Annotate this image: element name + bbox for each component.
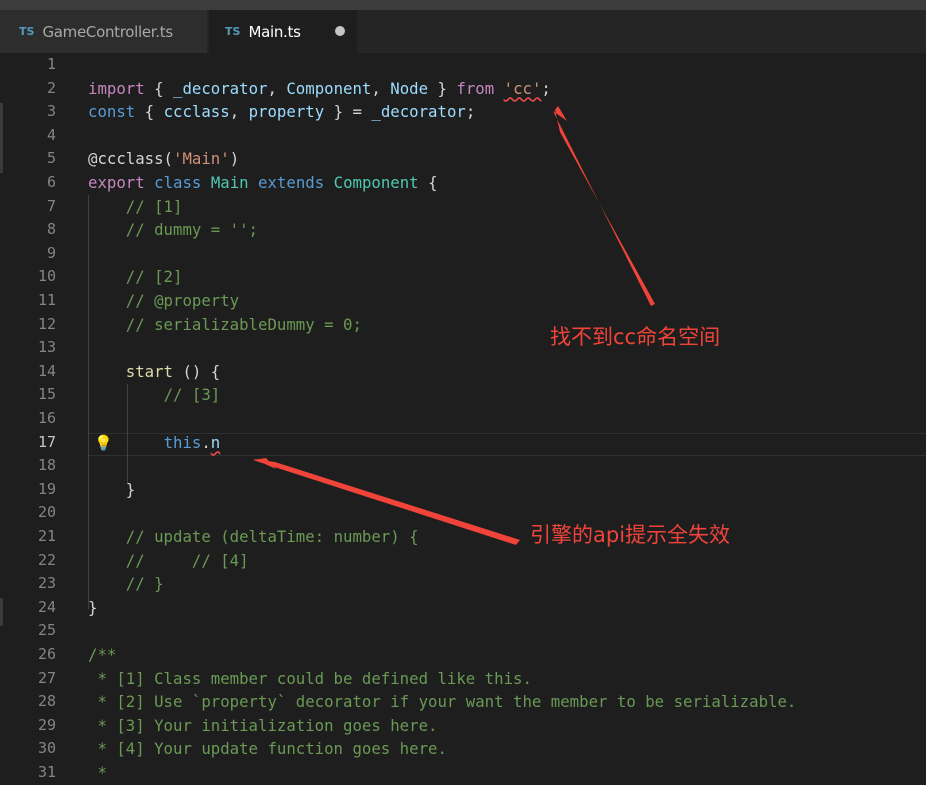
annotation-arrows (253, 106, 655, 545)
annotation-api-hint-error: 引擎的api提示全失效 (530, 523, 731, 547)
arrow-to-this-n (253, 458, 520, 545)
arrow-to-cc-import (553, 106, 655, 306)
annotation-namespace-error: 找不到cc命名空间 (550, 325, 721, 349)
